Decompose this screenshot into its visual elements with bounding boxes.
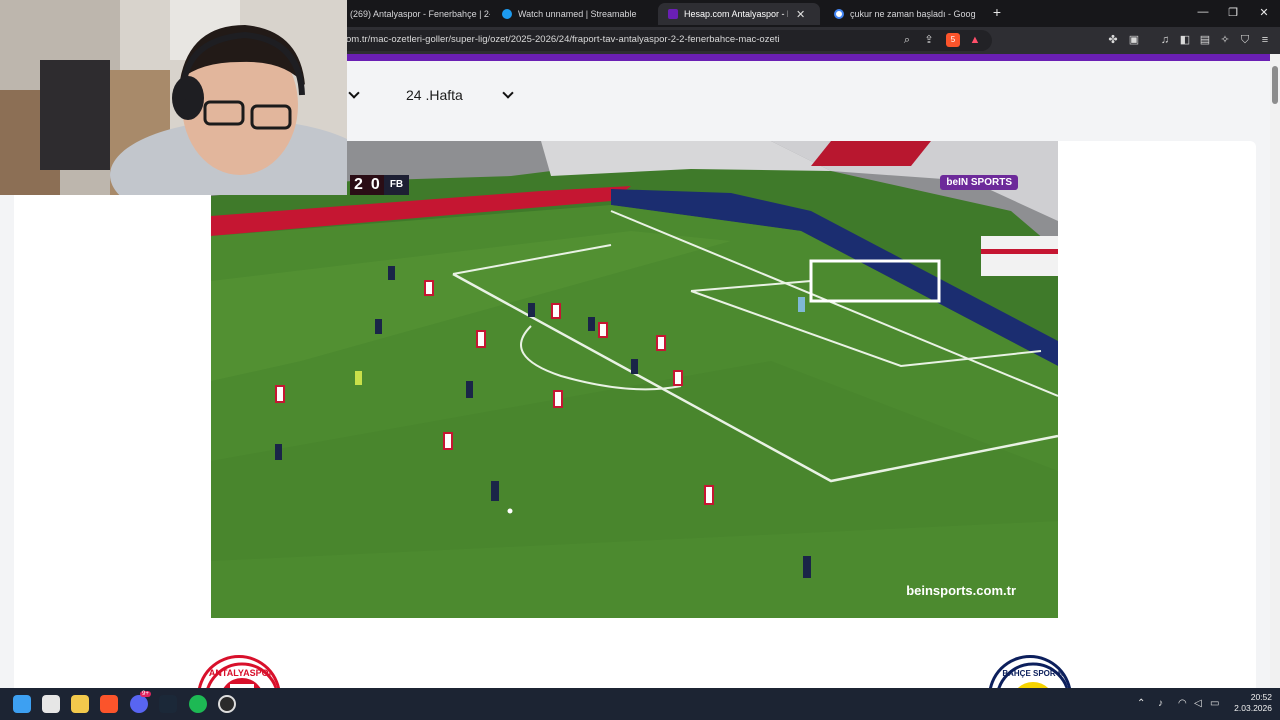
webcam-overlay [0,0,347,195]
brave-shields-icon[interactable]: 5 [946,33,960,47]
share-icon[interactable]: ⇪ [922,33,936,47]
sidebar-icon[interactable]: ◧ [1178,33,1192,47]
away-score: 0 [370,176,380,193]
microphone-icon[interactable]: ♪ [1158,698,1163,709]
tab-streamable[interactable]: Watch unnamed | Streamable [492,3,654,25]
away-crest-text: BAHÇE SPOR K [1002,669,1064,678]
zoom-icon[interactable]: ⌕ [900,33,914,47]
webcam-person-image [0,0,347,195]
video-watermark: beinsports.com.tr [906,583,1016,598]
tab-label: Watch unnamed | Streamable [518,9,637,19]
shield-count: 5 [950,35,956,44]
tab-google[interactable]: çukur ne zaman başladı - Google'da [824,3,986,25]
steam-icon[interactable] [159,695,177,713]
leo-ai-icon[interactable]: ✧ [1218,33,1232,47]
score-overlay: 2 0 FB [350,175,410,195]
new-tab-button[interactable]: + [990,4,1004,20]
address-bar-url[interactable]: om.tr/mac-ozetleri-goller/super-lig/ozet… [346,34,780,45]
tab-youtube[interactable]: (269) Antalyaspor - Fenerbahçe | 2-2 [340,3,490,25]
pitch-illustration [211,141,1058,618]
start-menu-icon[interactable] [13,695,31,713]
home-crest-text: ANTALYASPOR [209,668,276,678]
vpn-shield-icon[interactable]: ⛉ [1238,33,1252,47]
clock-date: 2.03.2026 [1234,703,1272,713]
week-selector[interactable]: 24 .Hafta [406,87,463,103]
wallet-icon[interactable]: ▤ [1198,33,1212,47]
home-score: 2 [354,176,363,193]
brave-rewards-icon[interactable]: ▲ [968,33,982,47]
system-clock[interactable]: 20:52 2.03.2026 [1228,692,1272,714]
clock-time: 20:52 [1250,692,1272,702]
brave-browser-icon[interactable] [100,695,118,713]
discord-badge: 9+ [140,691,151,697]
page-scrollbar[interactable] [1270,54,1280,688]
site-header-accent [336,54,1280,61]
week-dropdown-chevron-icon[interactable] [502,87,514,99]
hesap-icon [668,9,678,19]
scrollbar-thumb[interactable] [1272,66,1278,104]
screenshot-icon[interactable]: ▣ [1127,33,1141,47]
discord-icon[interactable]: 9+ [130,691,151,713]
extensions-icon[interactable]: ✤ [1106,33,1120,47]
volume-icon[interactable]: ◁ [1194,698,1202,709]
obs-icon[interactable] [218,695,236,713]
tab-label: (269) Antalyaspor - Fenerbahçe | 2-2 [350,9,490,19]
task-view-icon[interactable] [42,695,60,713]
spotify-icon[interactable] [189,695,207,713]
away-team-abbr: FB [383,175,410,195]
restore-icon[interactable]: ❐ [1226,6,1240,19]
menu-icon[interactable]: ≡ [1258,33,1272,47]
streamable-icon [502,9,512,19]
music-icon[interactable]: ♫ [1158,33,1172,47]
battery-icon[interactable]: ▭ [1210,698,1219,709]
tray-overflow-icon[interactable]: ⌃ [1137,698,1145,709]
tab-label: çukur ne zaman başladı - Google'da [850,9,976,19]
wifi-icon[interactable]: ◠ [1178,698,1187,709]
broadcaster-logo: beIN SPORTS [940,175,1018,190]
file-explorer-icon[interactable] [71,695,89,713]
close-tab-icon[interactable]: ✕ [796,8,805,21]
window-close-icon[interactable]: ✕ [1257,6,1271,19]
minimize-icon[interactable]: — [1196,6,1210,18]
season-dropdown-chevron-icon[interactable] [348,87,360,99]
tab-hesap[interactable]: Hesap.com Antalyaspor - Fen ✕ [658,3,820,25]
tab-label: Hesap.com Antalyaspor - Fen [684,9,788,19]
match-video-player[interactable]: 2 0 FB beIN SPORTS beinsports.com.tr [211,141,1058,618]
google-icon [834,9,844,19]
